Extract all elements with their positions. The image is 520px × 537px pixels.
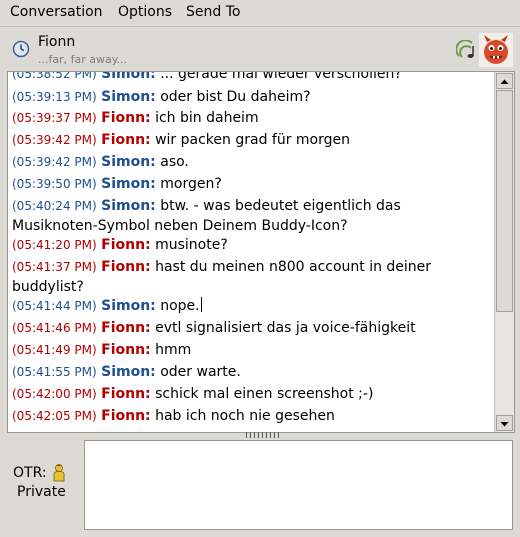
message-timestamp: (05:39:42 PM)	[12, 133, 97, 147]
message-text: hab ich noch nie gesehen	[155, 408, 335, 424]
message-sender: Fionn:	[101, 110, 151, 126]
message-timestamp: (05:41:55 PM)	[12, 365, 97, 379]
chat-log[interactable]: (05:38:52 PM) Simon: ... gerade mal wied…	[8, 72, 494, 432]
message-sender: Simon:	[101, 364, 156, 380]
message-text: schick mal einen screenshot ;-)	[155, 386, 374, 402]
message-timestamp: (05:39:13 PM)	[12, 90, 97, 104]
message-text: musinote?	[155, 237, 228, 253]
message-text: oder warte.	[160, 364, 241, 380]
buddy-name: Fionn	[38, 34, 76, 50]
chat-message: (05:39:42 PM) Simon: aso.	[12, 152, 490, 172]
message-sender: Fionn:	[101, 132, 151, 148]
chat-message: (05:39:50 PM) Simon: morgen?	[12, 174, 490, 194]
chat-message: (05:39:42 PM) Fionn: wir packen grad für…	[12, 130, 490, 150]
chat-message: (05:39:37 PM) Fionn: ich bin daheim	[12, 108, 490, 128]
message-timestamp: (05:39:37 PM)	[12, 111, 97, 125]
conversation-header: Fionn ...far, far away...	[0, 27, 520, 71]
message-sender: Fionn:	[101, 408, 151, 424]
message-timestamp: (05:41:46 PM)	[12, 321, 97, 335]
menu-bar: Conversation Options Send To	[0, 0, 520, 27]
message-timestamp: (05:41:20 PM)	[12, 238, 97, 252]
otr-private-icon	[53, 464, 65, 482]
scroll-up-button[interactable]	[496, 73, 513, 89]
chat-log-frame: (05:38:52 PM) Simon: ... gerade mal wied…	[7, 71, 515, 433]
menu-conversation[interactable]: Conversation	[10, 4, 103, 20]
chat-message: (05:41:55 PM) Simon: oder warte.	[12, 362, 490, 382]
message-text: evtl signalisiert das ja voice-fähigkeit	[155, 320, 416, 336]
message-sender: Fionn:	[101, 342, 151, 358]
chat-message: (05:39:13 PM) Simon: oder bist Du daheim…	[12, 87, 490, 107]
message-sender: Simon:	[101, 89, 156, 105]
message-text: morgen?	[160, 176, 222, 192]
arrow-up-icon	[500, 79, 509, 84]
message-text: ... gerade mal wieder verschollen?	[160, 72, 402, 82]
message-timestamp: (05:41:44 PM)	[12, 299, 97, 313]
chat-message: (05:41:44 PM) Simon: nope.	[12, 296, 490, 316]
message-text: hmm	[155, 342, 192, 358]
message-text: wir packen grad für morgen	[155, 132, 350, 148]
message-text: ich bin daheim	[155, 110, 259, 126]
text-cursor	[200, 297, 202, 312]
music-note-icon	[456, 40, 474, 58]
chat-message: (05:41:37 PM) Fionn: hast du meinen n800…	[12, 257, 490, 297]
chat-message: (05:41:49 PM) Fionn: hmm	[12, 340, 490, 360]
menu-options[interactable]: Options	[118, 4, 172, 20]
message-sender: Fionn:	[101, 259, 151, 275]
otr-status: Private	[17, 484, 66, 500]
message-timestamp: (05:41:37 PM)	[12, 260, 97, 274]
message-timestamp: (05:40:24 PM)	[12, 199, 97, 213]
message-sender: Fionn:	[101, 237, 151, 253]
message-text: aso.	[160, 154, 189, 170]
buddy-avatar[interactable]	[479, 33, 513, 67]
message-timestamp: (05:42:05 PM)	[12, 409, 97, 423]
message-sender: Simon:	[101, 198, 156, 214]
message-timestamp: (05:39:50 PM)	[12, 177, 97, 191]
message-sender: Fionn:	[101, 320, 151, 336]
message-sender: Fionn:	[101, 386, 151, 402]
message-timestamp: (05:39:42 PM)	[12, 155, 97, 169]
buddy-status-message: ...far, far away...	[38, 53, 128, 66]
menu-send-to[interactable]: Send To	[186, 4, 240, 20]
chat-scrollbar[interactable]	[494, 72, 514, 432]
message-timestamp: (05:38:52 PM)	[12, 72, 97, 81]
chat-message: (05:41:46 PM) Fionn: evtl signalisiert d…	[12, 318, 490, 338]
message-sender: Simon:	[101, 176, 156, 192]
chat-message: (05:42:05 PM) Fionn: hab ich noch nie ge…	[12, 406, 490, 426]
message-sender: Simon:	[101, 154, 156, 170]
message-sender: Simon:	[101, 298, 156, 314]
chat-message: (05:40:24 PM) Simon: btw. - was bedeutet…	[12, 196, 490, 236]
chat-message: (05:42:00 PM) Fionn: schick mal einen sc…	[12, 384, 490, 404]
scroll-thumb[interactable]	[496, 90, 513, 312]
arrow-down-icon	[500, 422, 509, 427]
otr-button[interactable]: OTR: Private	[0, 440, 84, 537]
message-text: nope.	[160, 298, 200, 314]
message-timestamp: (05:42:00 PM)	[12, 387, 97, 401]
message-sender: Simon:	[101, 72, 156, 82]
pane-resize-grip[interactable]	[246, 432, 280, 438]
away-clock-icon	[12, 40, 30, 58]
chat-message: (05:41:20 PM) Fionn: musinote?	[12, 235, 490, 255]
chat-message: (05:38:52 PM) Simon: ... gerade mal wied…	[12, 72, 490, 84]
message-text: oder bist Du daheim?	[160, 89, 311, 105]
scroll-down-button[interactable]	[496, 415, 513, 431]
otr-label: OTR:	[13, 465, 47, 481]
message-timestamp: (05:41:49 PM)	[12, 343, 97, 357]
message-input[interactable]	[84, 440, 513, 530]
